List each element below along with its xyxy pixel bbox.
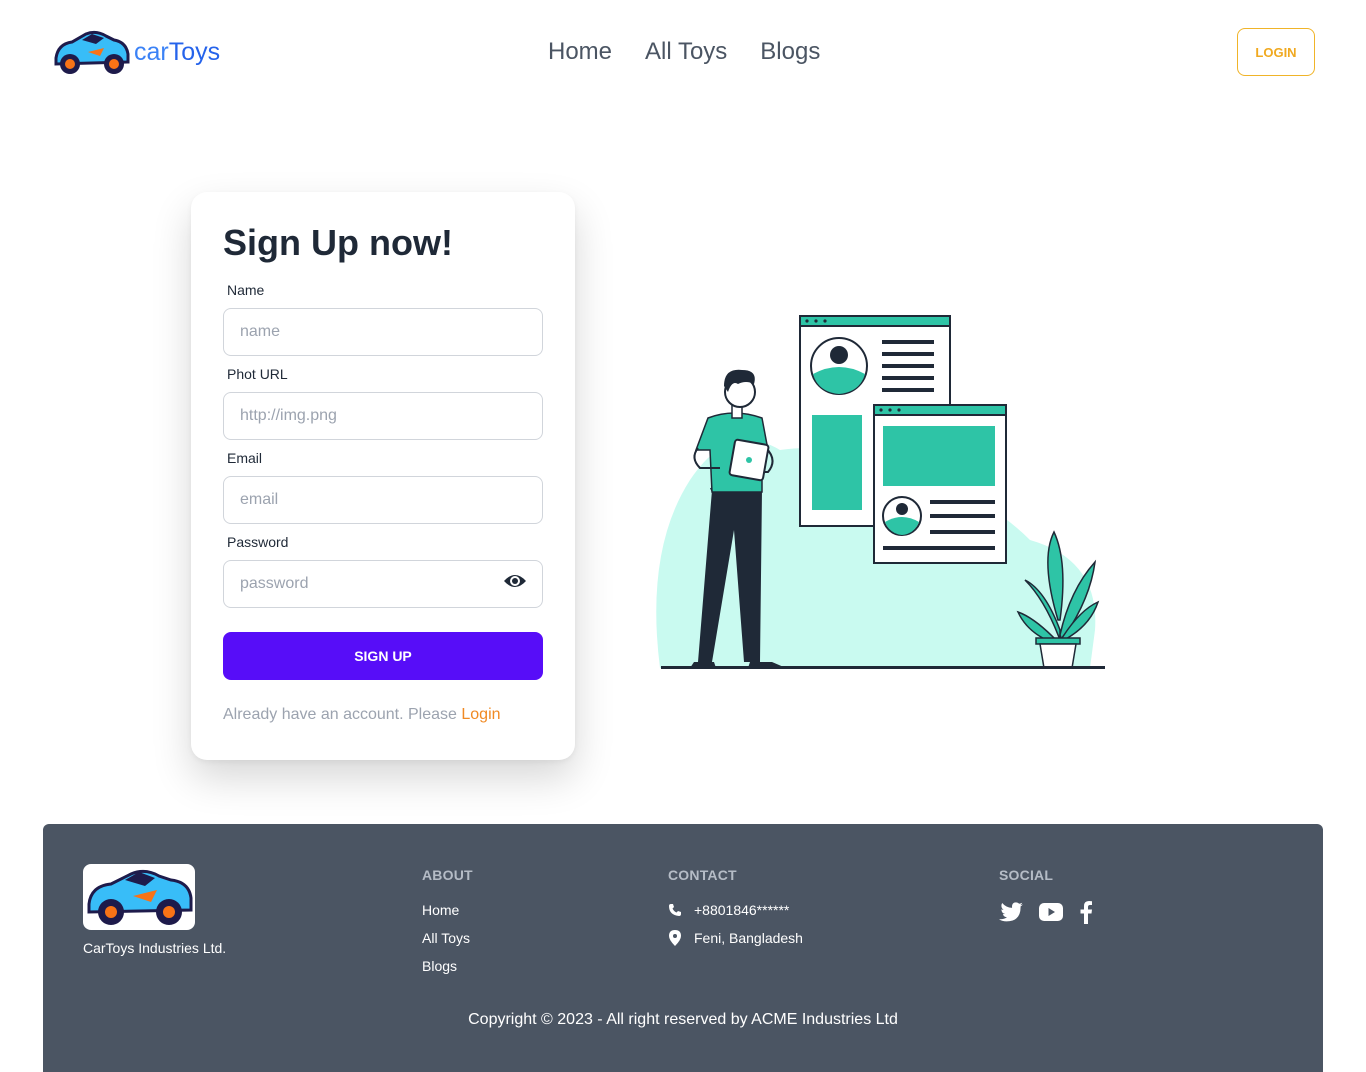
name-label: Name: [227, 282, 265, 298]
name-input[interactable]: [223, 308, 543, 356]
photo-url-input[interactable]: [223, 392, 543, 440]
contact-title: CONTACT: [668, 867, 737, 883]
copyright: Copyright © 2023 - All right reserved by…: [468, 1011, 898, 1028]
contact-phone: +8801846******: [668, 902, 789, 918]
signup-illustration: [656, 315, 1105, 669]
car-icon: [54, 30, 130, 74]
photo-url-label: Phot URL: [227, 366, 288, 382]
facebook-icon[interactable]: [1079, 900, 1093, 924]
email-label: Email: [227, 450, 263, 466]
login-button[interactable]: LOGIN: [1237, 28, 1315, 76]
eye-icon[interactable]: [503, 572, 527, 590]
password-input[interactable]: [223, 560, 543, 608]
password-label: Password: [227, 534, 289, 550]
footer-company-name: CarToys Industries Ltd.: [83, 940, 227, 956]
logo[interactable]: carToys: [52, 28, 220, 76]
logo-text: carToys: [134, 37, 221, 66]
car-icon: [87, 869, 193, 925]
phone-icon: [669, 904, 681, 916]
signup-button[interactable]: SIGN UP: [223, 632, 543, 680]
footer-logo: [83, 864, 195, 930]
header: carToys Home All Toys Blogs LOGIN: [0, 0, 1366, 104]
about-title: ABOUT: [422, 867, 473, 883]
form-title: Sign Up now!: [223, 222, 453, 263]
login-link[interactable]: Login: [461, 706, 500, 723]
email-input[interactable]: [223, 476, 543, 524]
location-pin-icon: [669, 930, 681, 946]
twitter-icon[interactable]: [999, 902, 1023, 922]
social-title: SOCIAL: [999, 867, 1054, 883]
youtube-icon[interactable]: [1039, 903, 1063, 921]
footer-link-all-toys[interactable]: All Toys: [422, 930, 470, 946]
nav-home[interactable]: Home: [548, 38, 612, 66]
social-links: [999, 900, 1093, 924]
footer-link-blogs[interactable]: Blogs: [422, 958, 457, 974]
footer: CarToys Industries Ltd. ABOUT Home All T…: [43, 824, 1323, 1072]
signup-card: Sign Up now! Name Phot URL Email Passwor…: [191, 192, 575, 760]
main-nav: Home All Toys Blogs: [548, 38, 820, 66]
footer-link-home[interactable]: Home: [422, 902, 459, 918]
already-account-text: Already have an account. Please Login: [223, 706, 501, 723]
contact-address: Feni, Bangladesh: [668, 930, 803, 946]
nav-blogs[interactable]: Blogs: [760, 38, 820, 66]
nav-all-toys[interactable]: All Toys: [645, 38, 727, 66]
